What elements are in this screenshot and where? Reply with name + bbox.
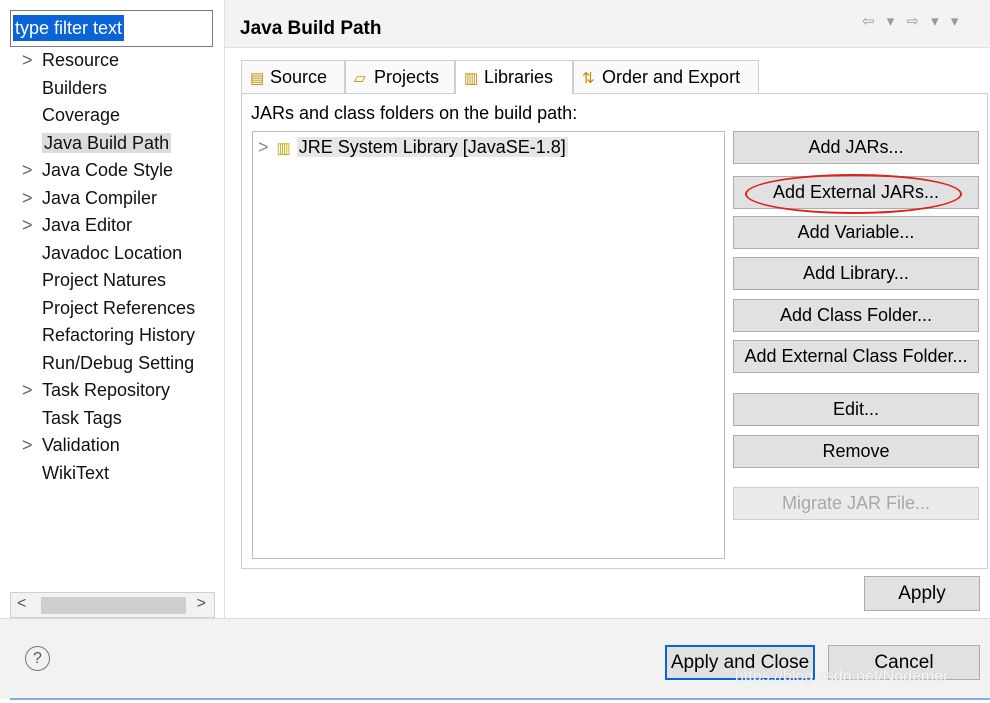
nav-item[interactable]: Builders [12,75,222,103]
nav-item-label: Builders [42,77,108,98]
nav-item[interactable]: Coverage [12,102,222,130]
nav-item-label: Java Compiler [42,187,158,208]
expand-chevron-icon[interactable]: > [22,157,33,185]
nav-item-label: Task Repository [42,380,171,400]
preferences-tree: > Resource Builders Coverage Java Build Path… [12,47,222,487]
migrate-jar-button: Migrate JAR File... [733,487,979,520]
build-path-tree[interactable] [252,131,725,559]
nav-item[interactable]: Project References [12,295,222,323]
nav-item[interactable]: > Java Editor [12,212,222,240]
history-nav-icons[interactable]: ⇦ ▾ ⇨ ▾ ▾ [862,12,962,30]
remove-button[interactable]: Remove [733,435,979,468]
tab-libraries-label: Libraries [484,67,554,87]
nav-item-label: Refactoring History [42,325,196,345]
library-icon: ▥ [276,140,291,157]
nav-item[interactable]: Refactoring History [12,322,222,350]
scrollbar-thumb[interactable] [41,597,186,614]
nav-item-label: Coverage [42,105,121,125]
expand-chevron-icon[interactable]: > [22,377,33,405]
nav-item-label: Run/Debug Setting [42,352,195,373]
panel-label: JARs and class folders on the build path… [251,103,578,123]
pane-divider[interactable] [224,0,225,618]
scroll-left-icon[interactable]: < [17,595,26,613]
nav-item-label: WikiText [42,462,109,483]
horizontal-scrollbar[interactable]: < > [10,592,215,618]
source-folder-icon: ▤ [250,70,265,87]
tab-source-label: Source [270,67,328,87]
tab-libraries[interactable]: ▥ Libraries [455,60,573,94]
nav-item-label: Java Code Style [42,160,174,180]
nav-item[interactable]: WikiText [12,460,222,488]
tab-projects-label: Projects [374,67,440,87]
bottom-border [10,698,990,700]
add-variable-button[interactable]: Add Variable... [733,216,979,249]
tree-item-label: JRE System Library [JavaSE-1.8] [296,137,568,157]
nav-item[interactable]: Run/Debug Setting [12,350,222,378]
filter-input-text: type filter text [13,15,125,41]
nav-item-label: Java Build Path [42,132,172,153]
nav-item[interactable]: > Validation [12,432,222,460]
watermark: https://blog.csdn.net/Nodemer [735,668,949,685]
projects-icon: ▱ [354,70,366,87]
page-title: Java Build Path [240,18,382,39]
nav-item[interactable]: Javadoc Location [12,240,222,268]
expand-chevron-icon[interactable]: > [22,212,33,240]
nav-item-label: Java Editor [42,215,133,235]
order-export-icon: ⇅ [582,70,595,87]
help-icon[interactable]: ? [25,646,50,671]
nav-item[interactable]: Project Natures [12,267,222,295]
apply-button[interactable]: Apply [864,576,980,611]
add-class-folder-button[interactable]: Add Class Folder... [733,299,979,332]
highlight-annotation [745,174,962,214]
nav-item-label: Task Tags [42,407,122,428]
tab-order-export[interactable]: ⇅ Order and Export [573,60,759,93]
filter-input[interactable]: type filter text [10,10,213,47]
expand-chevron-icon[interactable]: > [258,137,269,157]
scroll-right-icon[interactable]: > [197,595,206,613]
tab-order-export-label: Order and Export [602,67,741,87]
add-jars-button[interactable]: Add JARs... [733,131,979,164]
expand-chevron-icon[interactable]: > [22,432,33,460]
expand-chevron-icon[interactable]: > [22,185,33,213]
nav-item-label: Javadoc Location [42,242,183,263]
nav-item-label: Project Natures [42,270,167,290]
nav-item-label: Validation [42,435,120,455]
tree-item-jre[interactable]: > ▥ JRE System Library [JavaSE-1.8] [258,137,568,158]
tab-projects[interactable]: ▱ Projects [345,60,455,93]
nav-item[interactable]: > Resource [12,47,222,75]
expand-chevron-icon[interactable]: > [22,47,33,75]
nav-item-label: Project References [42,297,196,318]
nav-item[interactable]: > Java Code Style [12,157,222,185]
nav-item[interactable]: Task Tags [12,405,222,433]
nav-item[interactable]: Java Build Path [12,130,222,158]
libraries-icon: ▥ [464,70,479,87]
tab-source[interactable]: ▤ Source [241,60,345,93]
add-external-class-folder-button[interactable]: Add External Class Folder... [733,340,979,373]
nav-item[interactable]: > Java Compiler [12,185,222,213]
add-library-button[interactable]: Add Library... [733,257,979,290]
nav-item[interactable]: > Task Repository [12,377,222,405]
edit-button[interactable]: Edit... [733,393,979,426]
nav-item-label: Resource [42,50,120,70]
